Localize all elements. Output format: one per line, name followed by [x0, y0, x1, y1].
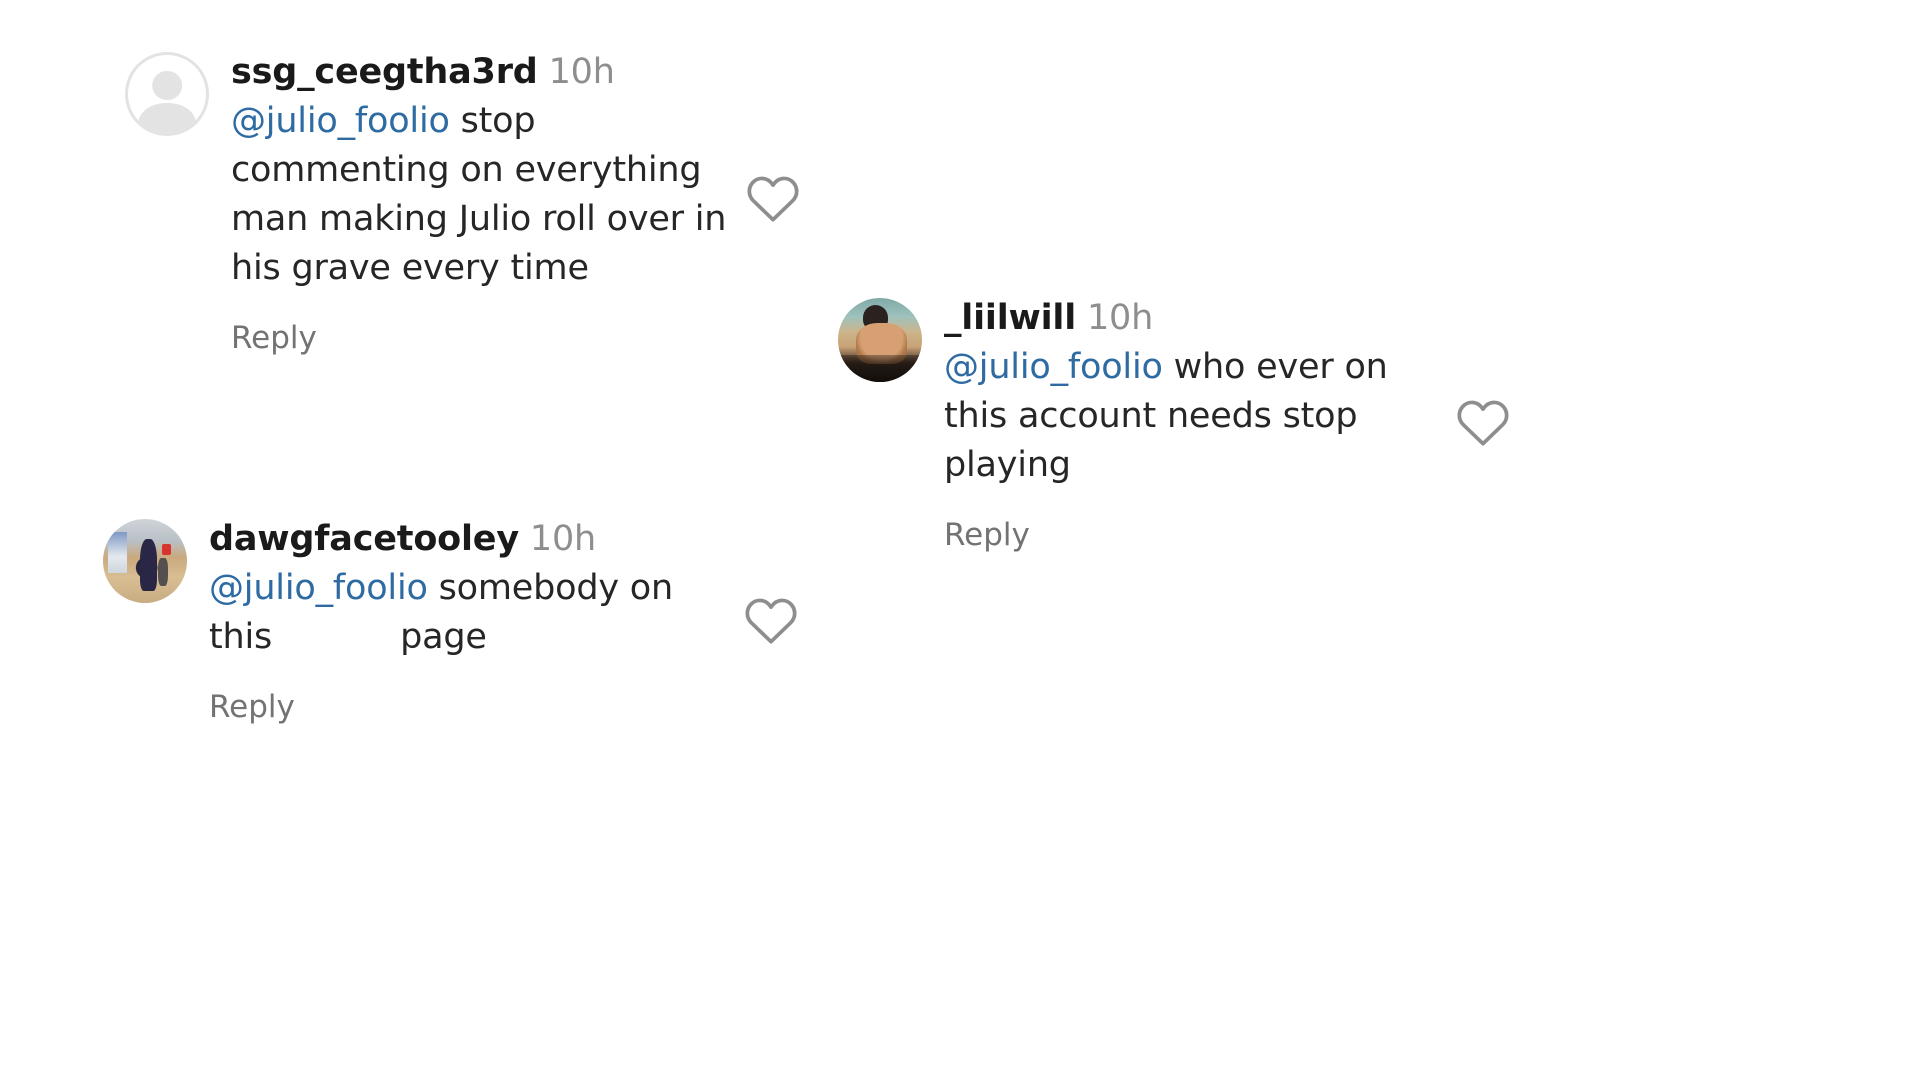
avatar[interactable] — [838, 298, 922, 382]
comment-line-1: stop — [460, 101, 536, 141]
comment-text: ssg_ceegtha3rd 10h @julio_foolio stop co… — [231, 48, 871, 293]
comment-line-4: his grave every time — [231, 248, 589, 288]
comment-timestamp: 10h — [529, 519, 597, 559]
comment-line-2: commenting on everything — [231, 150, 702, 190]
comment-text: _liilwill 10h @julio_foolio who ever on … — [944, 294, 1584, 490]
avatar[interactable] — [125, 52, 209, 136]
comment-timestamp: 10h — [548, 52, 615, 92]
reply-button[interactable]: Reply — [209, 687, 849, 727]
avatar-photo-figure-secondary — [158, 557, 168, 587]
mention-link[interactable]: @julio_foolio — [231, 101, 450, 141]
like-heart-icon-1[interactable] — [745, 172, 801, 224]
reply-button[interactable]: Reply — [231, 318, 871, 358]
comment-line-3: page — [400, 617, 487, 657]
comment-line-2: this — [209, 617, 273, 657]
comment-username[interactable]: _liilwill — [944, 298, 1076, 338]
avatar-photo-figure — [139, 539, 157, 592]
comment-line-2: this account needs stop — [944, 396, 1358, 436]
avatar-head-shape — [152, 70, 182, 101]
avatar[interactable] — [103, 519, 187, 603]
avatar-photo-accent — [161, 544, 172, 556]
avatar-photo-detail — [108, 532, 127, 573]
comment-line-3: man making Julio roll over in — [231, 199, 727, 239]
comment-line-1: who ever on — [1173, 347, 1388, 387]
comment-timestamp: 10h — [1086, 298, 1154, 338]
reply-button[interactable]: Reply — [944, 515, 1584, 555]
comment-line-3: playing — [944, 445, 1071, 485]
like-heart-icon-3[interactable] — [1455, 396, 1511, 448]
mention-link[interactable]: @julio_foolio — [944, 347, 1163, 387]
avatar-body-shape — [138, 103, 196, 133]
comment-username[interactable]: dawgfacetooley — [209, 519, 519, 559]
mention-link[interactable]: @julio_foolio — [209, 568, 428, 608]
comments-screen: ssg_ceegtha3rd 10h @julio_foolio stop co… — [0, 0, 1920, 1080]
comment-username[interactable]: ssg_ceegtha3rd — [231, 52, 538, 92]
like-heart-icon-2[interactable] — [743, 594, 799, 646]
comment-line-1: somebody on — [438, 568, 674, 608]
avatar-photo-shadow — [838, 355, 922, 382]
